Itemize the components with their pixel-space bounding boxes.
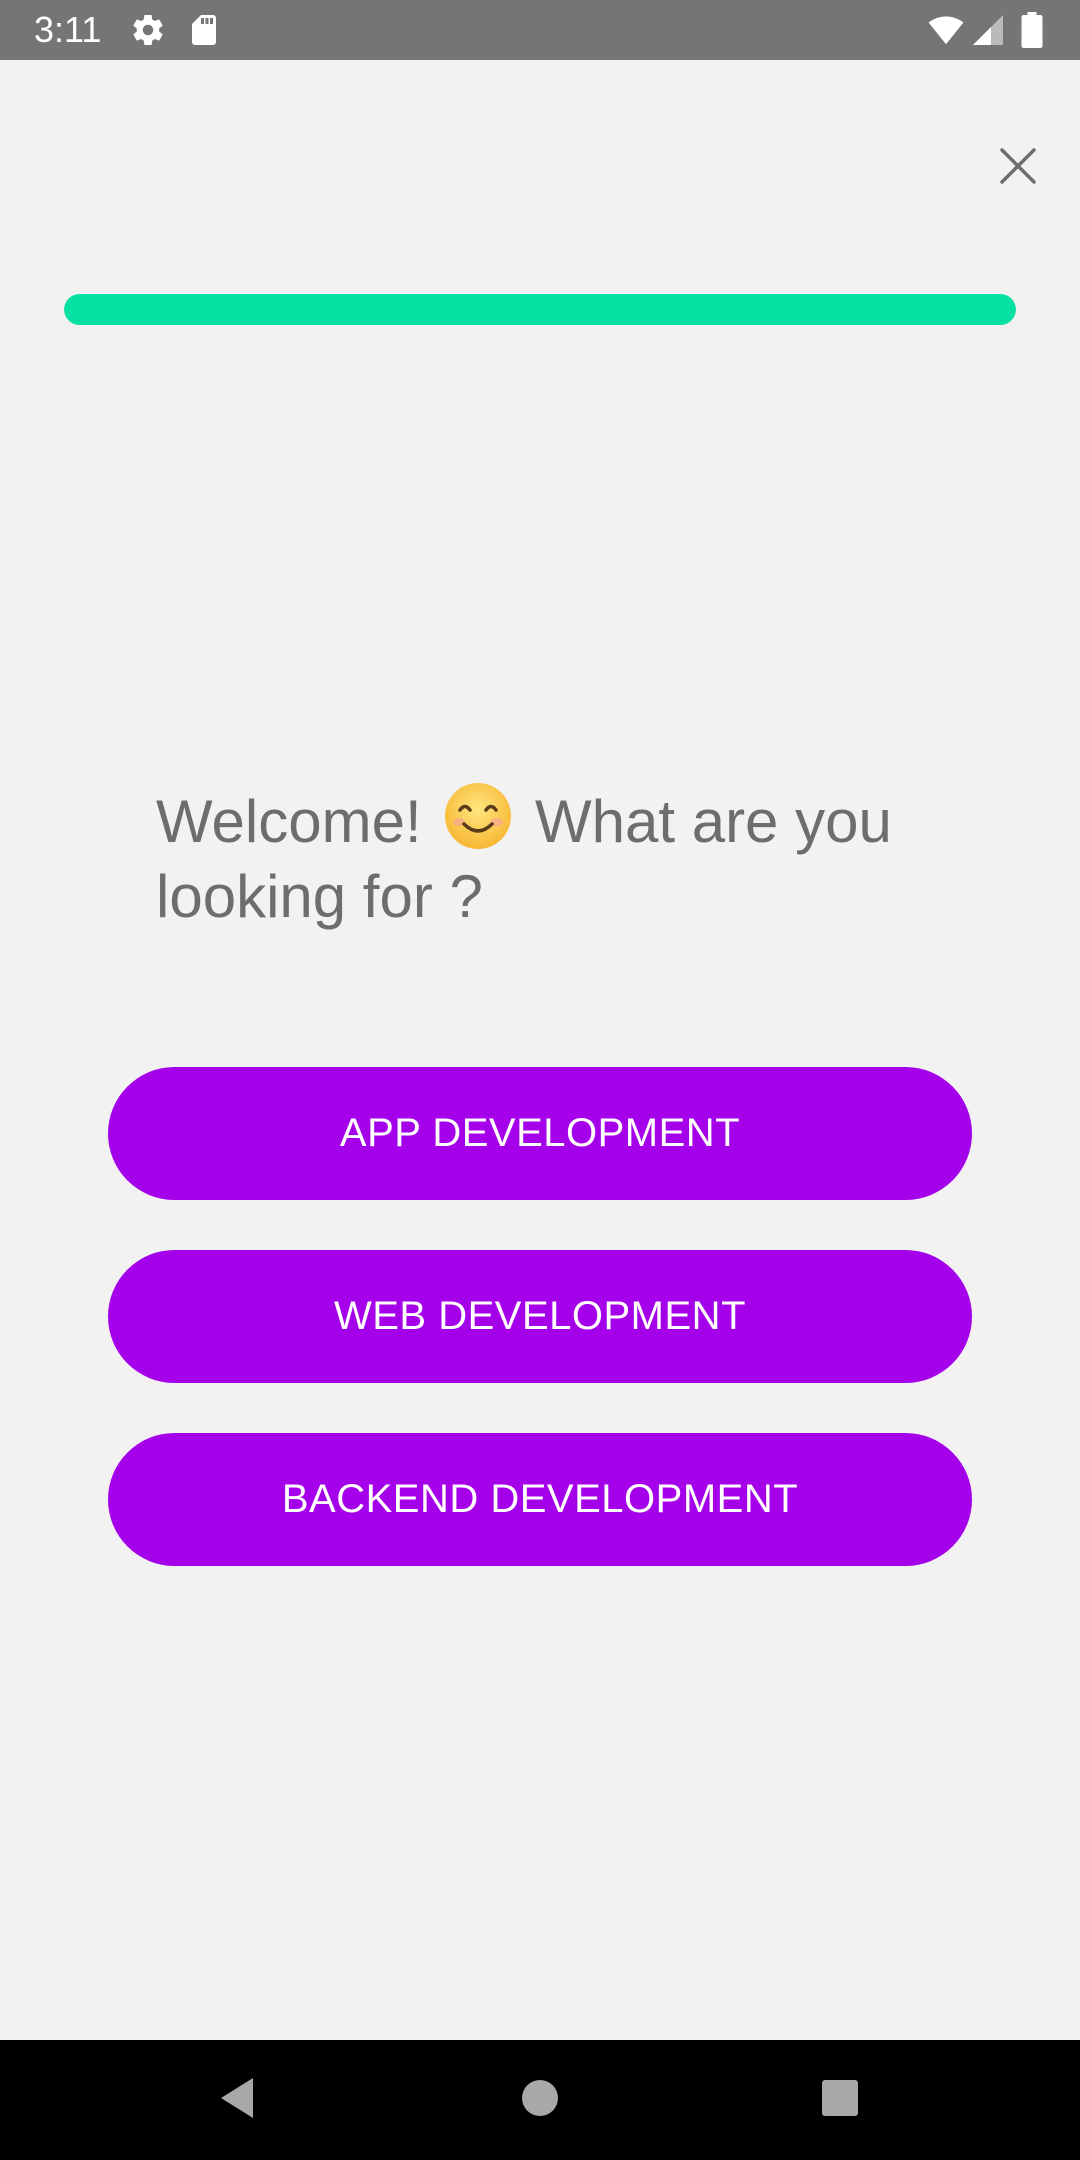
- status-time: 3:11: [34, 9, 102, 50]
- gear-icon: [130, 12, 166, 48]
- back-button[interactable]: [197, 2060, 277, 2140]
- navigation-bar: [0, 2040, 1080, 2160]
- home-button[interactable]: [500, 2060, 580, 2140]
- battery-icon: [1020, 12, 1056, 48]
- progress-bar: [64, 294, 1016, 325]
- web-development-button[interactable]: WEB DEVELOPMENT: [108, 1250, 972, 1383]
- backend-development-button[interactable]: BACKEND DEVELOPMENT: [108, 1433, 972, 1566]
- page-title: Welcome! What are you looking for ?: [156, 780, 956, 934]
- smiling-face-icon: [442, 780, 514, 852]
- close-icon: [998, 146, 1038, 191]
- status-bar: 3:11: [0, 0, 1080, 60]
- sd-card-icon: [186, 12, 222, 48]
- close-button[interactable]: [980, 130, 1056, 206]
- wifi-icon: [926, 12, 964, 48]
- cell-signal-icon: [970, 12, 1006, 48]
- recents-button[interactable]: [800, 2060, 880, 2140]
- back-icon: [215, 2074, 259, 2127]
- home-icon: [520, 2078, 560, 2123]
- screen: 3:11 Welcome! What are you looking for ?…: [0, 0, 1080, 2160]
- progress-fill: [64, 294, 1016, 325]
- heading-text-before: Welcome!: [156, 788, 422, 855]
- app-development-button[interactable]: APP DEVELOPMENT: [108, 1067, 972, 1200]
- recents-icon: [821, 2079, 859, 2122]
